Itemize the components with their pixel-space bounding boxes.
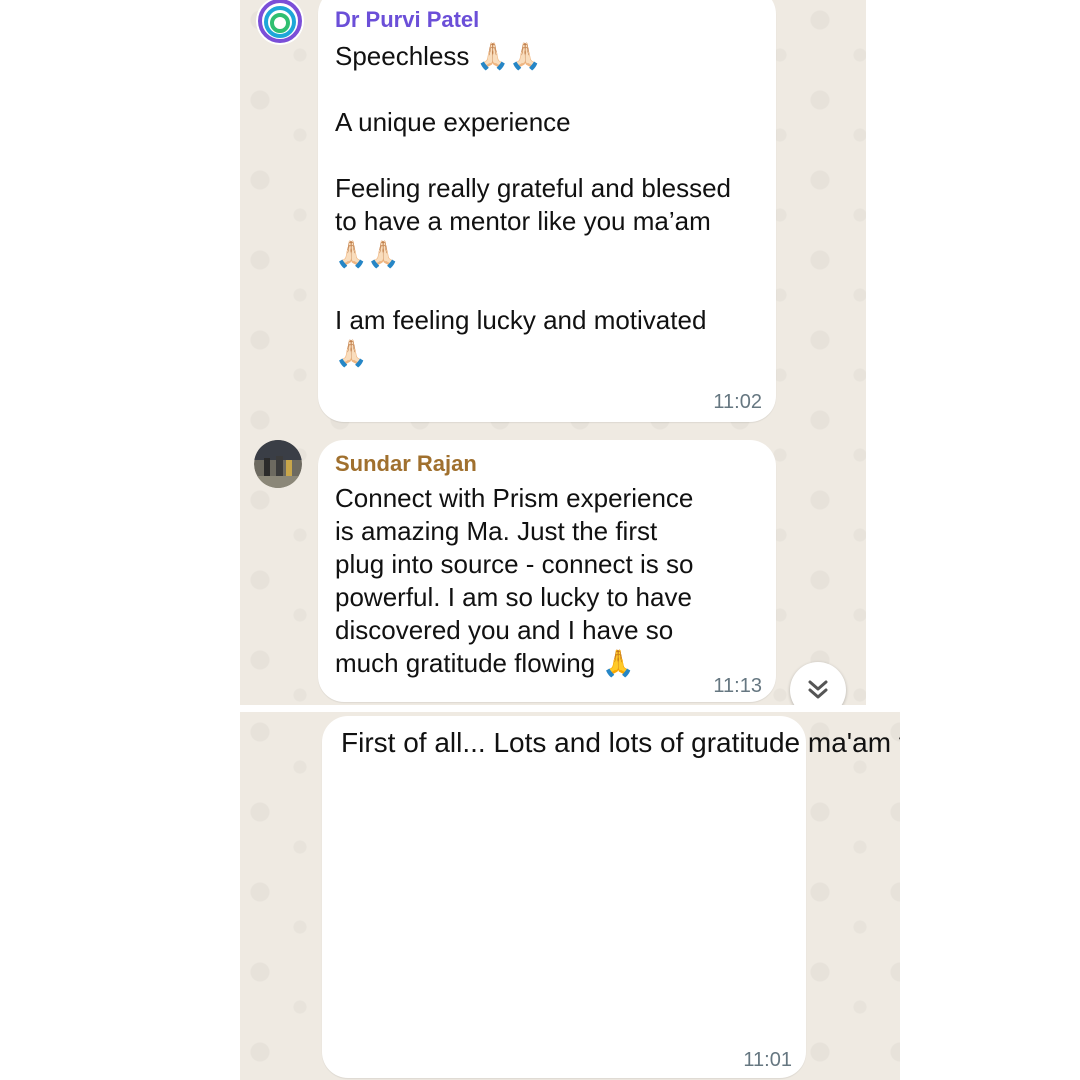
message-time: 11:01 [743, 1049, 792, 1071]
photo-avatar-icon [254, 440, 302, 488]
chat-panel-bottom: First of all... Lots and lots of gratitu… [240, 712, 900, 1080]
message-bubble-purvi[interactable]: Dr Purvi Patel Speechless 🙏🏻🙏🏻 A unique … [318, 0, 776, 422]
sender-name[interactable]: Sundar Rajan [335, 451, 477, 477]
spiral-logo-icon [256, 0, 304, 45]
message-time: 11:02 [713, 391, 762, 413]
message-text: First of all... Lots and lots of gratitu… [341, 727, 900, 758]
avatar-purvi[interactable] [256, 0, 304, 45]
sender-name[interactable]: Dr Purvi Patel [335, 7, 479, 33]
scroll-to-bottom-button[interactable] [790, 662, 846, 705]
message-text: Speechless 🙏🏻🙏🏻 A unique experience Feel… [335, 41, 732, 368]
avatar-sundar[interactable] [254, 440, 302, 488]
double-chevron-down-icon [808, 680, 828, 699]
message-text: Connect with Prism experience is amazing… [335, 483, 694, 678]
chat-panel-top: Dr Purvi Patel Speechless 🙏🏻🙏🏻 A unique … [240, 0, 866, 705]
message-time: 11:13 [713, 675, 762, 697]
message-bubble-sundar[interactable]: Sundar Rajan Connect with Prism experien… [318, 440, 776, 702]
message-bubble-third[interactable]: First of all... Lots and lots of gratitu… [322, 716, 900, 1078]
